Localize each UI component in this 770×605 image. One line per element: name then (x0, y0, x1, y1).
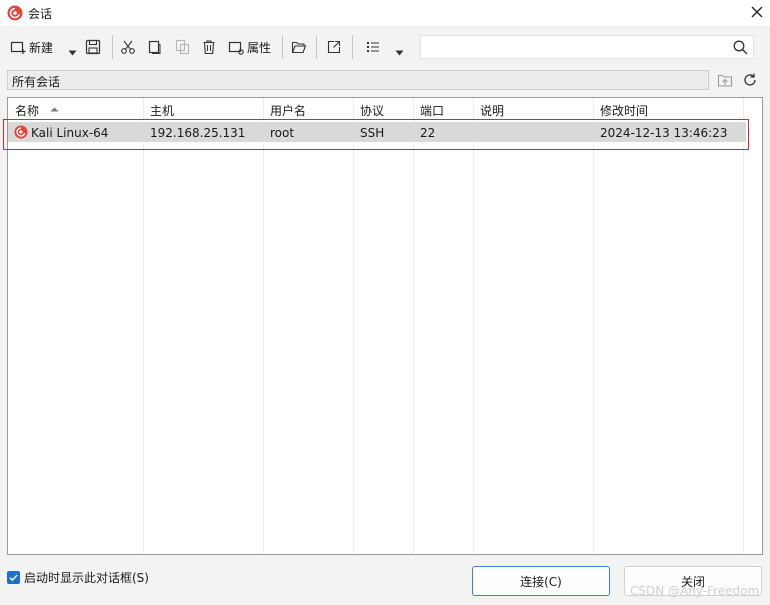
title-bar: 会话 (0, 0, 770, 26)
session-protocol: SSH (360, 126, 385, 140)
copy-icon (148, 40, 161, 54)
toolbar-separator (282, 35, 283, 59)
column-divider[interactable] (263, 98, 264, 554)
session-modified: 2024-12-13 13:46:23 (600, 126, 728, 140)
sort-ascending-icon (50, 107, 59, 112)
close-icon[interactable] (748, 3, 766, 21)
paste-icon (175, 39, 190, 55)
new-session-label: 新建 (29, 40, 54, 55)
checkbox-box[interactable] (7, 571, 20, 584)
column-header-host[interactable]: 主机 (150, 102, 174, 119)
breadcrumb: 所有会话 (7, 70, 709, 90)
session-icon (14, 125, 28, 139)
delete-button[interactable] (201, 37, 217, 57)
folder-open-icon (291, 41, 307, 54)
new-session-button[interactable]: 新建 (10, 37, 53, 57)
folder-up-icon[interactable] (717, 72, 733, 88)
connect-button[interactable]: 连接(C) (472, 566, 610, 596)
new-dropdown-icon[interactable] (68, 43, 77, 63)
column-divider[interactable] (413, 98, 414, 554)
column-divider[interactable] (593, 98, 594, 554)
export-icon (327, 40, 341, 54)
column-header-description[interactable]: 说明 (480, 102, 504, 119)
show-on-startup-label: 启动时显示此对话框(S) (24, 571, 149, 585)
refresh-icon[interactable] (742, 72, 758, 88)
column-divider[interactable] (353, 98, 354, 554)
toolbar-separator (112, 35, 113, 59)
search-icon[interactable] (733, 40, 748, 55)
toolbar-separator (316, 35, 317, 59)
column-header-row: 名称 主机 用户名 协议 端口 说明 修改时间 (8, 98, 762, 118)
properties-icon (228, 41, 244, 55)
search-input[interactable] (420, 35, 754, 59)
properties-button[interactable]: 属性 (228, 37, 271, 57)
breadcrumb-label: 所有会话 (12, 75, 61, 89)
save-button[interactable] (85, 37, 101, 57)
new-session-icon (10, 41, 26, 54)
paste-button[interactable] (174, 37, 190, 57)
session-list[interactable]: 名称 主机 用户名 协议 端口 说明 修改时间 Kali Linux-64 19… (7, 97, 763, 555)
show-on-startup-checkbox[interactable]: 启动时显示此对话框(S) (7, 569, 149, 586)
properties-label: 属性 (247, 40, 272, 55)
window-title: 会话 (28, 7, 53, 21)
save-icon (85, 39, 101, 55)
toolbar: 新建 属性 (0, 33, 770, 61)
column-divider[interactable] (143, 98, 144, 554)
session-name: Kali Linux-64 (31, 126, 109, 140)
column-header-port[interactable]: 端口 (420, 102, 444, 119)
column-header-name[interactable]: 名称 (15, 102, 39, 119)
table-row[interactable]: Kali Linux-64 192.168.25.131 root SSH 22… (8, 122, 746, 142)
watermark: CSDN @Any-Freedom (630, 584, 760, 598)
open-folder-button[interactable] (291, 37, 307, 57)
session-user: root (270, 126, 295, 140)
column-header-protocol[interactable]: 协议 (360, 102, 384, 119)
toolbar-separator (352, 35, 353, 59)
app-logo-icon (7, 5, 23, 21)
trash-icon (203, 40, 215, 55)
column-divider[interactable] (473, 98, 474, 554)
checkmark-icon (9, 574, 18, 582)
column-divider[interactable] (743, 98, 744, 554)
copy-button[interactable] (146, 37, 162, 57)
column-header-modified[interactable]: 修改时间 (600, 102, 648, 119)
view-dropdown-icon[interactable] (395, 43, 404, 63)
session-host: 192.168.25.131 (150, 126, 246, 140)
export-button[interactable] (326, 37, 342, 57)
column-header-user[interactable]: 用户名 (270, 102, 306, 119)
cut-button[interactable] (120, 37, 136, 57)
scissors-icon (121, 40, 135, 54)
view-list-button[interactable] (365, 37, 381, 57)
session-port: 22 (420, 126, 436, 140)
list-view-icon (367, 42, 379, 52)
